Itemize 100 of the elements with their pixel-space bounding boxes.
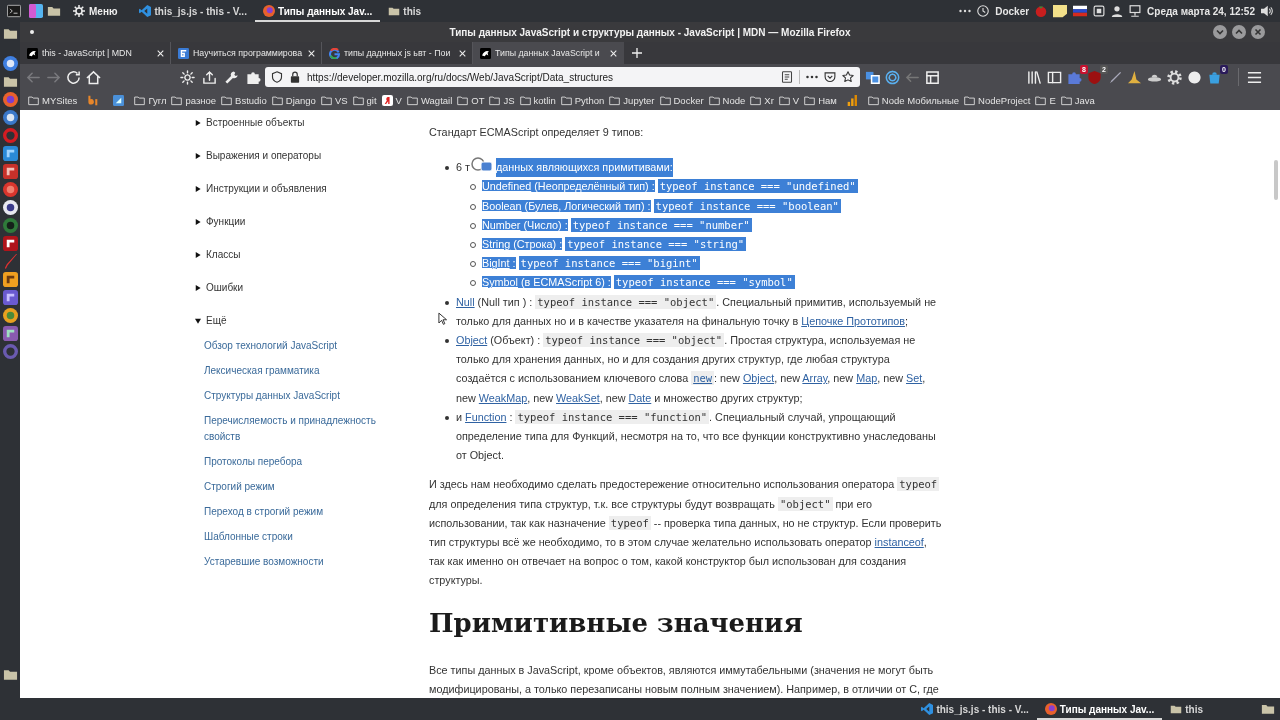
framed-square-icon[interactable] bbox=[1093, 5, 1106, 17]
link[interactable]: Number bbox=[482, 218, 521, 231]
link[interactable]: Boolean bbox=[482, 199, 522, 212]
tile-app-icon[interactable] bbox=[2, 146, 18, 161]
circle-square-icon[interactable] bbox=[469, 156, 494, 173]
bookmark-folder[interactable]: VS bbox=[320, 92, 348, 108]
sidebar-item[interactable]: Ошибки bbox=[195, 280, 429, 296]
bookmark-folder[interactable]: разное bbox=[171, 92, 217, 108]
reload-icon[interactable] bbox=[66, 69, 81, 85]
home-icon[interactable] bbox=[86, 69, 101, 85]
sun-icon[interactable] bbox=[180, 69, 195, 85]
shield-icon[interactable] bbox=[271, 71, 283, 83]
tile-app-icon[interactable] bbox=[2, 164, 18, 179]
link[interactable]: Undefined bbox=[482, 180, 532, 193]
folder-icon[interactable] bbox=[1261, 702, 1275, 716]
maximize-button[interactable] bbox=[1232, 25, 1246, 39]
bookmark-folder[interactable]: git bbox=[352, 92, 377, 108]
sidebar-link[interactable]: Обзор технологий JavaScript bbox=[204, 338, 384, 354]
bookmark-folder[interactable]: NodeProject bbox=[964, 92, 1031, 108]
link[interactable]: Date bbox=[628, 391, 652, 404]
close-button[interactable] bbox=[1251, 25, 1265, 39]
sidebar-item[interactable]: Инструкции и объявления bbox=[195, 181, 429, 197]
bar-chart-icon[interactable] bbox=[846, 94, 858, 106]
speaker-icon[interactable] bbox=[1261, 5, 1273, 17]
folder-icon[interactable] bbox=[47, 4, 61, 18]
bookmark-folder[interactable]: JS bbox=[489, 92, 515, 108]
bookmark-folder[interactable]: Node Мобильные bbox=[867, 92, 960, 108]
bookmark-folder[interactable]: OT bbox=[457, 92, 485, 108]
bookmark-folder[interactable]: Xr bbox=[750, 92, 774, 108]
bookmark-folder[interactable]: Node bbox=[708, 92, 746, 108]
taskbar-button[interactable]: this_js.js - this - V... bbox=[131, 0, 255, 22]
tray-label[interactable]: Docker bbox=[995, 5, 1030, 17]
clock-icon[interactable] bbox=[977, 5, 990, 17]
bookmark-folder[interactable]: Django bbox=[271, 92, 316, 108]
gear-icon[interactable] bbox=[1167, 69, 1182, 85]
link[interactable]: BigInt bbox=[482, 257, 510, 270]
bookmark-folder[interactable]: Wagtail bbox=[406, 92, 453, 108]
lock-icon[interactable] bbox=[289, 71, 301, 83]
folder-icon[interactable] bbox=[2, 74, 18, 89]
puzzle-icon[interactable] bbox=[246, 69, 261, 85]
link[interactable]: new bbox=[691, 371, 715, 386]
link[interactable]: WeakSet bbox=[556, 391, 600, 404]
menu-button[interactable]: Меню bbox=[73, 2, 118, 20]
bookmark-folder[interactable]: Нам bbox=[804, 92, 837, 108]
terminal-icon[interactable] bbox=[7, 4, 21, 18]
library-icon[interactable] bbox=[1027, 69, 1042, 85]
bookmark-folder[interactable]: Python bbox=[560, 92, 605, 108]
sidebar-link[interactable]: Шаблонные строки bbox=[204, 529, 384, 545]
sidebar-link[interactable]: Строгий режим bbox=[204, 479, 384, 495]
bookmark-tile-icon[interactable] bbox=[113, 94, 125, 106]
bookmark[interactable]: V bbox=[381, 92, 402, 108]
close-icon[interactable] bbox=[459, 49, 466, 57]
folder-icon[interactable] bbox=[2, 667, 18, 682]
taskbar-button[interactable]: this_js.js - this - V... bbox=[913, 698, 1037, 720]
bookmark-folder[interactable]: Гугл bbox=[134, 92, 167, 108]
taskbar-button[interactable]: Типы данных Jav... bbox=[1036, 698, 1163, 720]
sidebar-link[interactable]: Перечисляемость и принадлежность свойств bbox=[204, 413, 384, 445]
layout-icon[interactable] bbox=[925, 69, 940, 85]
bag-icon[interactable] bbox=[1207, 69, 1222, 85]
menu-icon[interactable] bbox=[1247, 69, 1262, 85]
circle-app-icon[interactable] bbox=[2, 182, 18, 197]
circle-app-icon[interactable] bbox=[2, 200, 18, 215]
monitor-icon[interactable] bbox=[1129, 5, 1142, 17]
bookmark-folder[interactable]: kotlin bbox=[519, 92, 556, 108]
star-icon[interactable] bbox=[842, 71, 854, 83]
circle-app-icon[interactable] bbox=[2, 110, 18, 125]
circle-app-icon[interactable] bbox=[2, 56, 18, 71]
bookmark-folder[interactable]: Jupyter bbox=[609, 92, 655, 108]
sidebar-icon[interactable] bbox=[1047, 69, 1062, 85]
overlapping-squares-icon[interactable] bbox=[865, 69, 880, 85]
link[interactable]: Symbol bbox=[482, 276, 518, 289]
link[interactable]: Object bbox=[456, 334, 488, 346]
link[interactable]: Null bbox=[456, 295, 475, 308]
minimize-button[interactable] bbox=[1213, 25, 1227, 39]
ring-icon[interactable] bbox=[885, 69, 900, 85]
sidebar-item[interactable]: Ещё bbox=[195, 313, 429, 329]
close-icon[interactable] bbox=[308, 49, 315, 57]
wrench-icon[interactable] bbox=[224, 69, 239, 85]
tile-app-icon[interactable] bbox=[2, 272, 18, 287]
bookmark-folder[interactable]: E bbox=[1035, 92, 1056, 108]
clock-text[interactable]: Среда марта 24, 12:52 bbox=[1147, 5, 1255, 17]
bookmark-folder[interactable]: Java bbox=[1060, 92, 1095, 108]
bookmark-folder[interactable]: V bbox=[778, 92, 800, 108]
plus-icon[interactable] bbox=[632, 48, 642, 58]
reader-view-icon[interactable] bbox=[781, 71, 793, 83]
sidebar-item[interactable]: Встроенные объекты bbox=[195, 115, 429, 131]
sidebar-item[interactable]: Функции bbox=[195, 214, 429, 230]
link[interactable]: Function bbox=[465, 410, 507, 423]
taskbar-button[interactable]: this bbox=[380, 0, 430, 22]
bookmark-folder[interactable]: MYSites bbox=[28, 92, 78, 108]
circle-app-icon[interactable] bbox=[2, 308, 18, 323]
taskbar-button[interactable]: this bbox=[1162, 698, 1211, 720]
pipette-icon[interactable] bbox=[1107, 69, 1122, 85]
sidebar-item[interactable]: Классы bbox=[195, 247, 429, 263]
sidebar-link[interactable]: Протоколы перебора bbox=[204, 454, 384, 470]
user-icon[interactable] bbox=[1111, 5, 1124, 17]
tile-app-icon[interactable] bbox=[2, 236, 18, 251]
sidebar-link[interactable]: Структуры данных JavaScript bbox=[204, 388, 384, 404]
tile-app-icon[interactable] bbox=[2, 326, 18, 341]
url-field[interactable]: https://developer.mozilla.org/ru/docs/Web/JavaScript/Data_structures bbox=[265, 67, 860, 87]
